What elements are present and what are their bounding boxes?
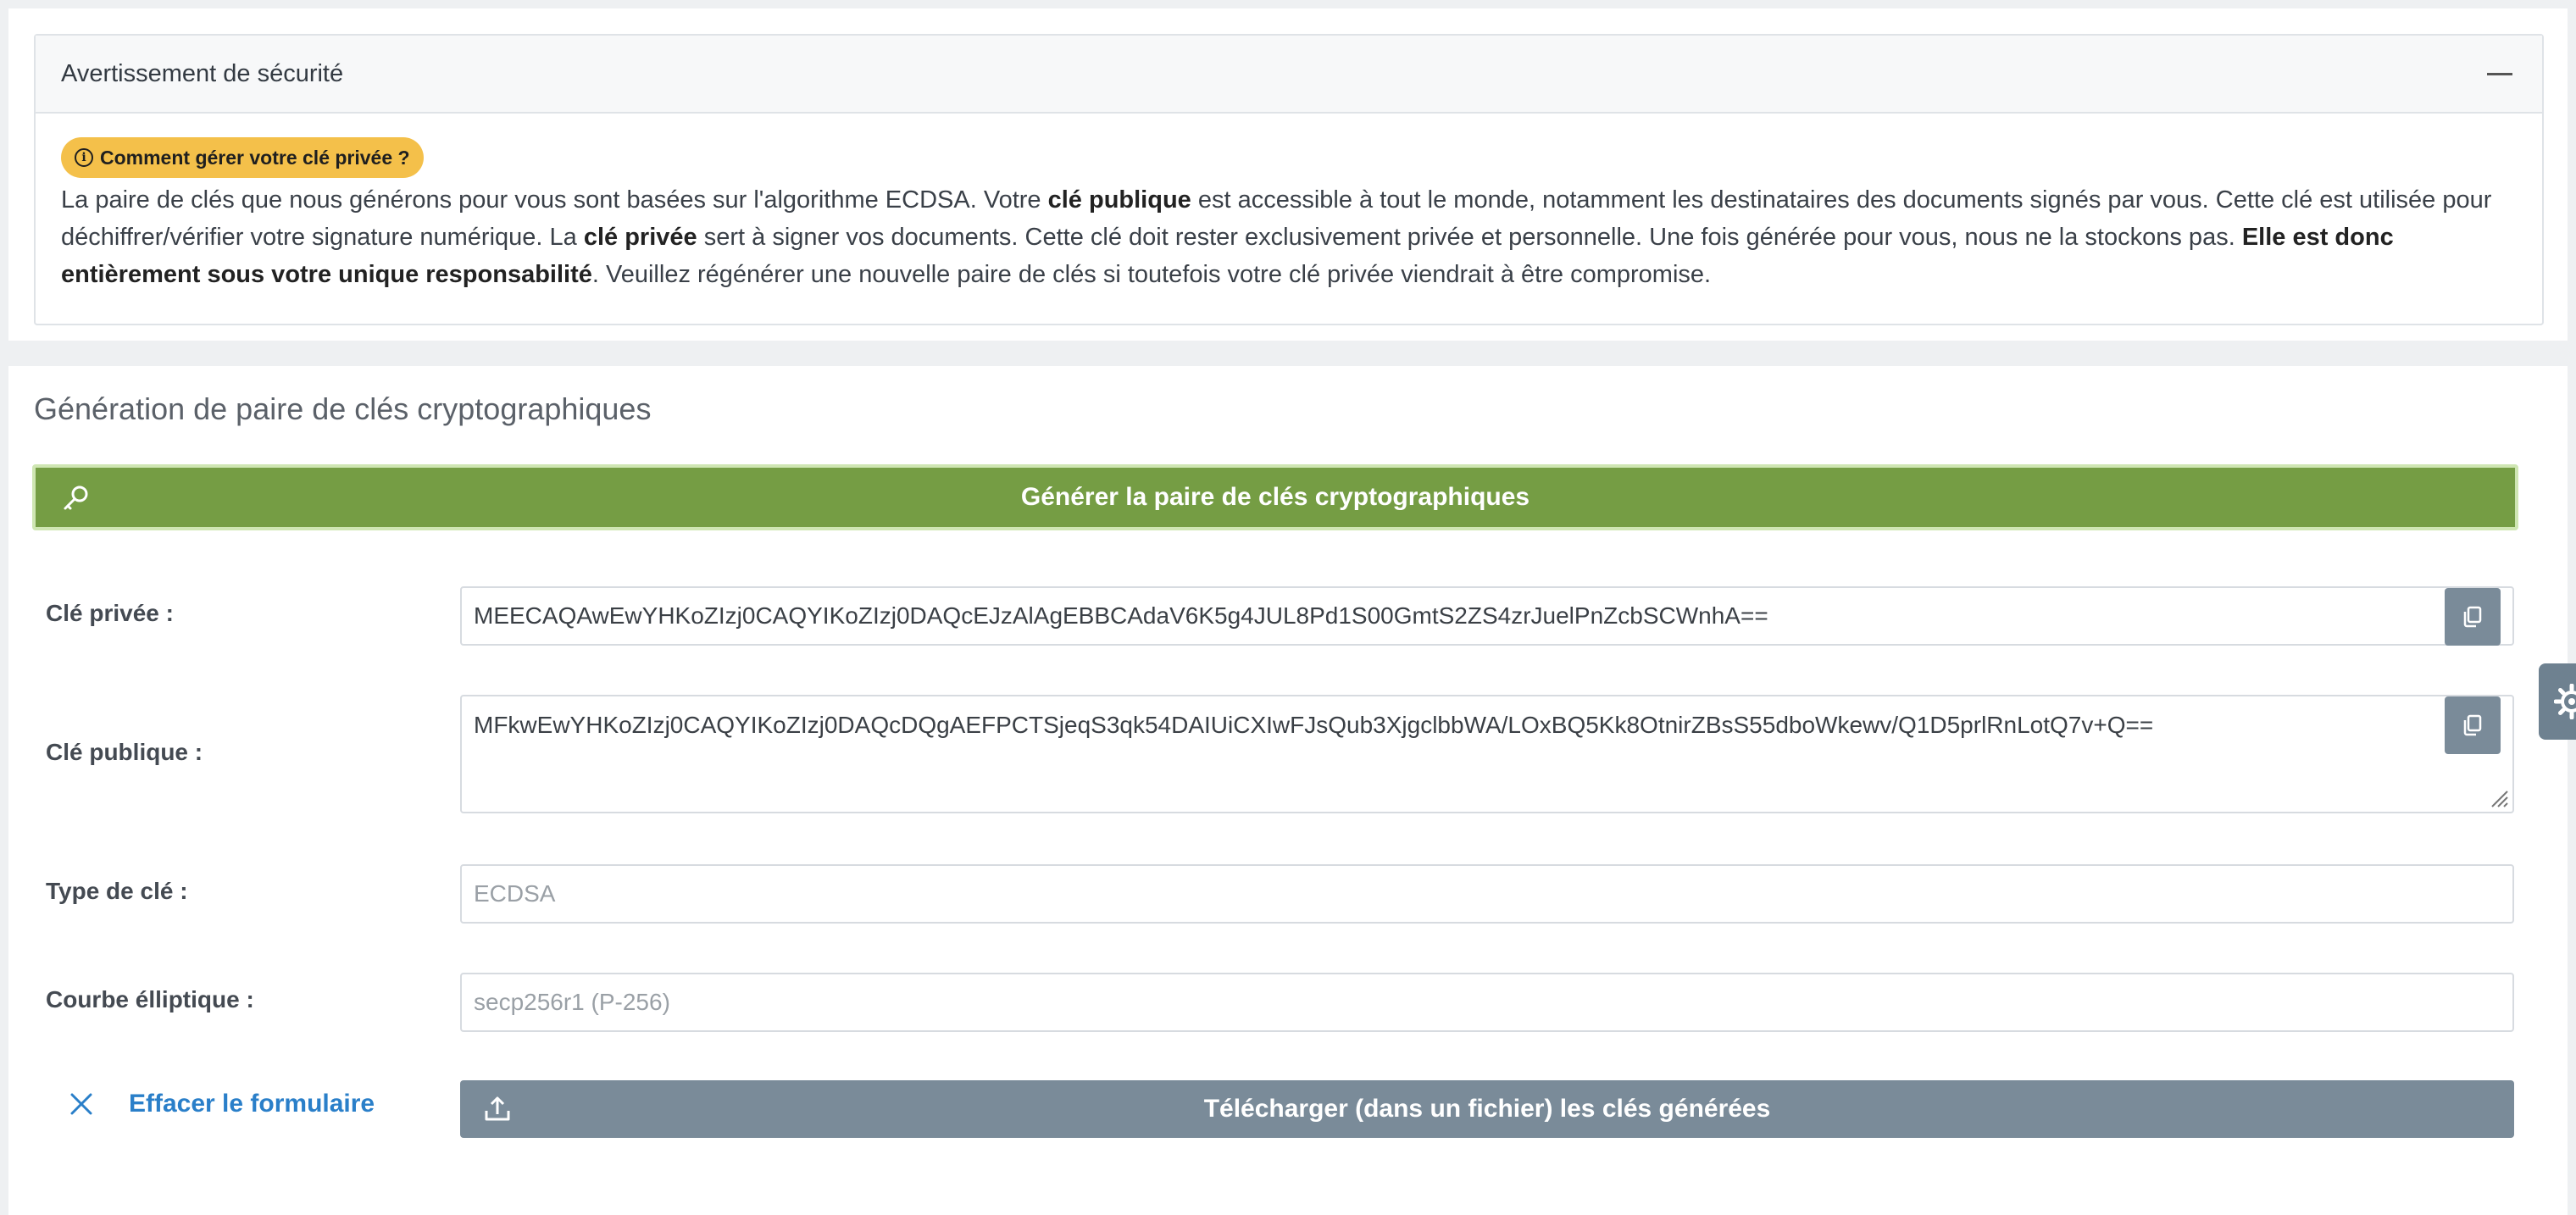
- warning-text-part: sert à signer vos documents. Cette clé d…: [697, 224, 2242, 251]
- public-key-textarea[interactable]: MFkwEwYHKoZIzj0CAQYIKoZIzj0DAQcDQgAEFPCT…: [460, 695, 2514, 813]
- copy-public-key-button[interactable]: [2445, 696, 2501, 754]
- private-key-value: MEECAQAwEwYHKoZIzj0CAQYIKoZIzj0DAQcEJzAl…: [474, 602, 1768, 629]
- public-key-value: MFkwEwYHKoZIzj0CAQYIKoZIzj0DAQcDQgAEFPCT…: [474, 712, 2154, 738]
- warning-title: Avertissement de sécurité: [61, 59, 344, 87]
- security-warning-card: Avertissement de sécurité i Comment gére…: [8, 8, 2568, 341]
- info-circle-icon: i: [75, 148, 93, 167]
- badge-label: Comment gérer votre clé privée ?: [100, 146, 410, 169]
- clear-form-button[interactable]: Effacer le formulaire: [68, 1079, 375, 1129]
- public-key-label: Clé publique :: [46, 739, 203, 765]
- key-type-field: ECDSA: [460, 864, 2514, 924]
- settings-tab[interactable]: [2539, 663, 2576, 740]
- curve-field: secp256r1 (P-256): [460, 973, 2514, 1032]
- warning-text-bold: clé privée: [583, 224, 697, 251]
- warning-header[interactable]: Avertissement de sécurité: [36, 36, 2542, 114]
- download-label: Télécharger (dans un fichier) les clés g…: [1203, 1095, 1771, 1123]
- close-icon: [70, 1093, 92, 1115]
- warning-text: La paire de clés que nous générons pour …: [61, 181, 2535, 293]
- key-generation-card: Génération de paire de clés cryptographi…: [8, 366, 2568, 1215]
- section-title: Génération de paire de clés cryptographi…: [34, 391, 652, 426]
- warning-text-bold: clé publique: [1047, 186, 1191, 214]
- gear-icon: [2554, 684, 2576, 719]
- key-type-label: Type de clé :: [46, 878, 188, 904]
- copy-icon: [2463, 714, 2482, 736]
- key-icon: [64, 485, 88, 510]
- warning-body: i Comment gérer votre clé privée ? La pa…: [36, 114, 2542, 293]
- curve-label: Courbe élliptique :: [46, 986, 254, 1012]
- private-key-help-badge: i Comment gérer votre clé privée ?: [61, 137, 424, 178]
- collapse-button[interactable]: [2483, 57, 2517, 91]
- key-type-value: ECDSA: [474, 880, 556, 907]
- generate-label: Générer la paire de clés cryptographique…: [1020, 483, 1530, 511]
- download-keys-button[interactable]: Télécharger (dans un fichier) les clés g…: [460, 1080, 2514, 1138]
- warning-text-part: . Veuillez régénérer une nouvelle paire …: [591, 261, 1712, 288]
- clear-form-label: Effacer le formulaire: [129, 1090, 375, 1118]
- copy-icon: [2463, 606, 2482, 628]
- private-key-label: Clé privée :: [46, 600, 174, 626]
- copy-private-key-button[interactable]: [2445, 588, 2501, 646]
- private-key-field[interactable]: MEECAQAwEwYHKoZIzj0CAQYIKoZIzj0DAQcEJzAl…: [460, 586, 2514, 646]
- resize-handle-icon[interactable]: [2487, 786, 2509, 808]
- curve-value: secp256r1 (P-256): [474, 989, 670, 1015]
- generate-keys-button[interactable]: Générer la paire de clés cryptographique…: [32, 464, 2518, 530]
- minus-icon: [2487, 72, 2512, 75]
- upload-icon: [485, 1096, 510, 1121]
- security-warning-panel: Avertissement de sécurité i Comment gére…: [34, 34, 2544, 325]
- warning-text-part: La paire de clés que nous générons pour …: [61, 186, 1048, 214]
